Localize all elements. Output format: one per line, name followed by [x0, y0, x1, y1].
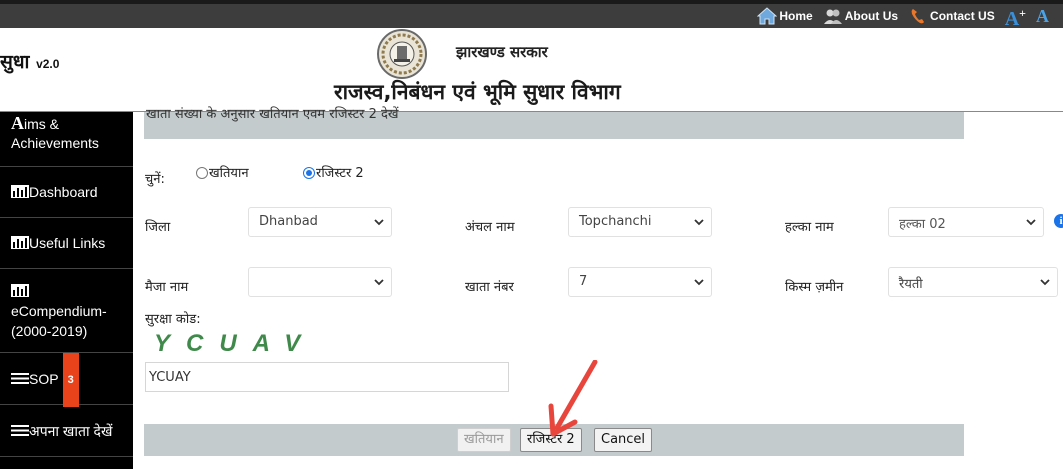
choose-label: चुनें:: [145, 172, 165, 187]
land-type-select[interactable]: रैयती: [888, 267, 1058, 297]
top-nav: Home About Us Contact US A+ A: [0, 3, 1063, 29]
site-logo[interactable]: सुधा v2.0: [0, 48, 59, 74]
sidebar-item-sop[interactable]: SOP 3: [0, 353, 133, 407]
mauza-select[interactable]: [248, 267, 392, 297]
security-code-label: सुरक्षा कोड:: [145, 312, 201, 327]
sop-count-badge: 3: [62, 353, 79, 407]
radio-register-label: रजिस्टर 2: [316, 166, 364, 181]
font-increase-plus: +: [1019, 6, 1026, 20]
list-icon: [11, 425, 29, 436]
sidebar-item-useful-links-label: Useful Links: [29, 235, 106, 251]
nav-about-label: About Us: [844, 9, 899, 23]
khata-select[interactable]: 7: [568, 267, 712, 297]
district-select[interactable]: Dhanbad: [248, 207, 392, 237]
khatiyan-button[interactable]: खतियान: [457, 428, 511, 452]
sidebar-item-ecompendium-line1: eCompendium-: [11, 303, 107, 319]
home-icon: [757, 7, 778, 25]
info-icon[interactable]: i: [1054, 214, 1063, 228]
chevron-down-icon: [1040, 279, 1050, 286]
form-title-bar: खाता संख्या के अनुसार खतियान एवम रजिस्टर…: [144, 107, 964, 139]
bar-chart-icon: [11, 284, 29, 297]
chevron-down-icon: [374, 279, 384, 286]
halka-select[interactable]: हल्का 02: [888, 207, 1044, 237]
sidebar-item-aims-initial: A: [11, 113, 24, 133]
site-header: सुधा v2.0 झारखण्ड सरकार राजस्व,निबंधन एव…: [0, 28, 1063, 112]
sidebar-item-my-account[interactable]: अपना खाता देखें: [0, 405, 133, 457]
chevron-down-icon: [1026, 219, 1036, 226]
bar-chart-icon: [11, 236, 29, 249]
circle-select-value: Topchanchi: [579, 214, 652, 229]
halka-label: हल्का नाम: [785, 220, 834, 235]
emblem-icon: [377, 29, 427, 79]
logo-name: सुधा: [0, 51, 30, 73]
phone-icon: [911, 9, 925, 24]
nav-contact-label: Contact US: [930, 9, 995, 23]
nav-home-label: Home: [779, 9, 813, 23]
sidebar-item-my-account-label: अपना खाता देखें: [29, 423, 113, 439]
captcha-input[interactable]: YCUAY: [145, 362, 509, 392]
radio-khatiyan[interactable]: [196, 167, 208, 179]
font-reset-letter: A: [1036, 6, 1049, 26]
captcha-image: YCUAV: [154, 330, 317, 357]
mauza-label: मैजा नाम: [145, 280, 189, 295]
gov-title: झारखण्ड सरकार: [456, 43, 548, 61]
district-label: जिला: [145, 220, 171, 235]
sidebar-item-aims-line2: Achievements: [11, 135, 99, 151]
list-icon: [11, 373, 29, 384]
district-select-value: Dhanbad: [259, 214, 318, 229]
nav-contact-link[interactable]: Contact US: [908, 7, 995, 25]
nav-about-link[interactable]: About Us: [823, 7, 898, 25]
sidebar-item-ecompendium[interactable]: eCompendium- (2000-2019): [0, 269, 133, 353]
khata-select-value: 7: [579, 274, 588, 289]
khata-label: खाता नंबर: [465, 280, 514, 295]
circle-select[interactable]: Topchanchi: [568, 207, 712, 237]
arrow-annotation-icon: [548, 360, 598, 437]
chevron-down-icon: [374, 219, 384, 226]
dept-title: राजस्व,निबंधन एवं भूमि सुधार विभाग: [334, 80, 621, 104]
logo-version: v2.0: [36, 57, 60, 71]
radio-register[interactable]: [303, 167, 315, 179]
nav-home-link[interactable]: Home: [757, 7, 813, 25]
halka-select-value: हल्का 02: [899, 217, 946, 232]
land-type-select-value: रैयती: [899, 277, 923, 292]
land-type-label: किस्म ज़मीन: [785, 280, 844, 295]
circle-label: अंचल नाम: [465, 220, 515, 235]
sidebar-item-sop-label: SOP: [29, 371, 59, 387]
sidebar: Aims & Achievements Dashboard Useful Lin…: [0, 112, 133, 469]
sidebar-item-ecompendium-line2: (2000-2019): [11, 323, 88, 339]
chevron-down-icon: [694, 219, 704, 226]
sidebar-item-aims-line1: ims &: [24, 116, 59, 132]
radio-khatiyan-label: खतियान: [209, 166, 249, 181]
font-increase-letter: A: [1004, 8, 1020, 30]
bar-chart-icon: [11, 185, 29, 198]
font-reset-icon[interactable]: A: [1036, 6, 1049, 26]
font-increase-icon[interactable]: A+: [1005, 3, 1026, 29]
sidebar-item-dashboard[interactable]: Dashboard: [0, 167, 133, 218]
sidebar-item-dashboard-label: Dashboard: [29, 184, 98, 200]
chevron-down-icon: [694, 279, 704, 286]
users-icon: [823, 9, 842, 24]
cancel-button[interactable]: Cancel: [594, 428, 653, 452]
sidebar-item-useful-links[interactable]: Useful Links: [0, 218, 133, 269]
sidebar-item-aims[interactable]: Aims & Achievements: [0, 112, 133, 167]
form-title: खाता संख्या के अनुसार खतियान एवम रजिस्टर…: [146, 107, 399, 122]
